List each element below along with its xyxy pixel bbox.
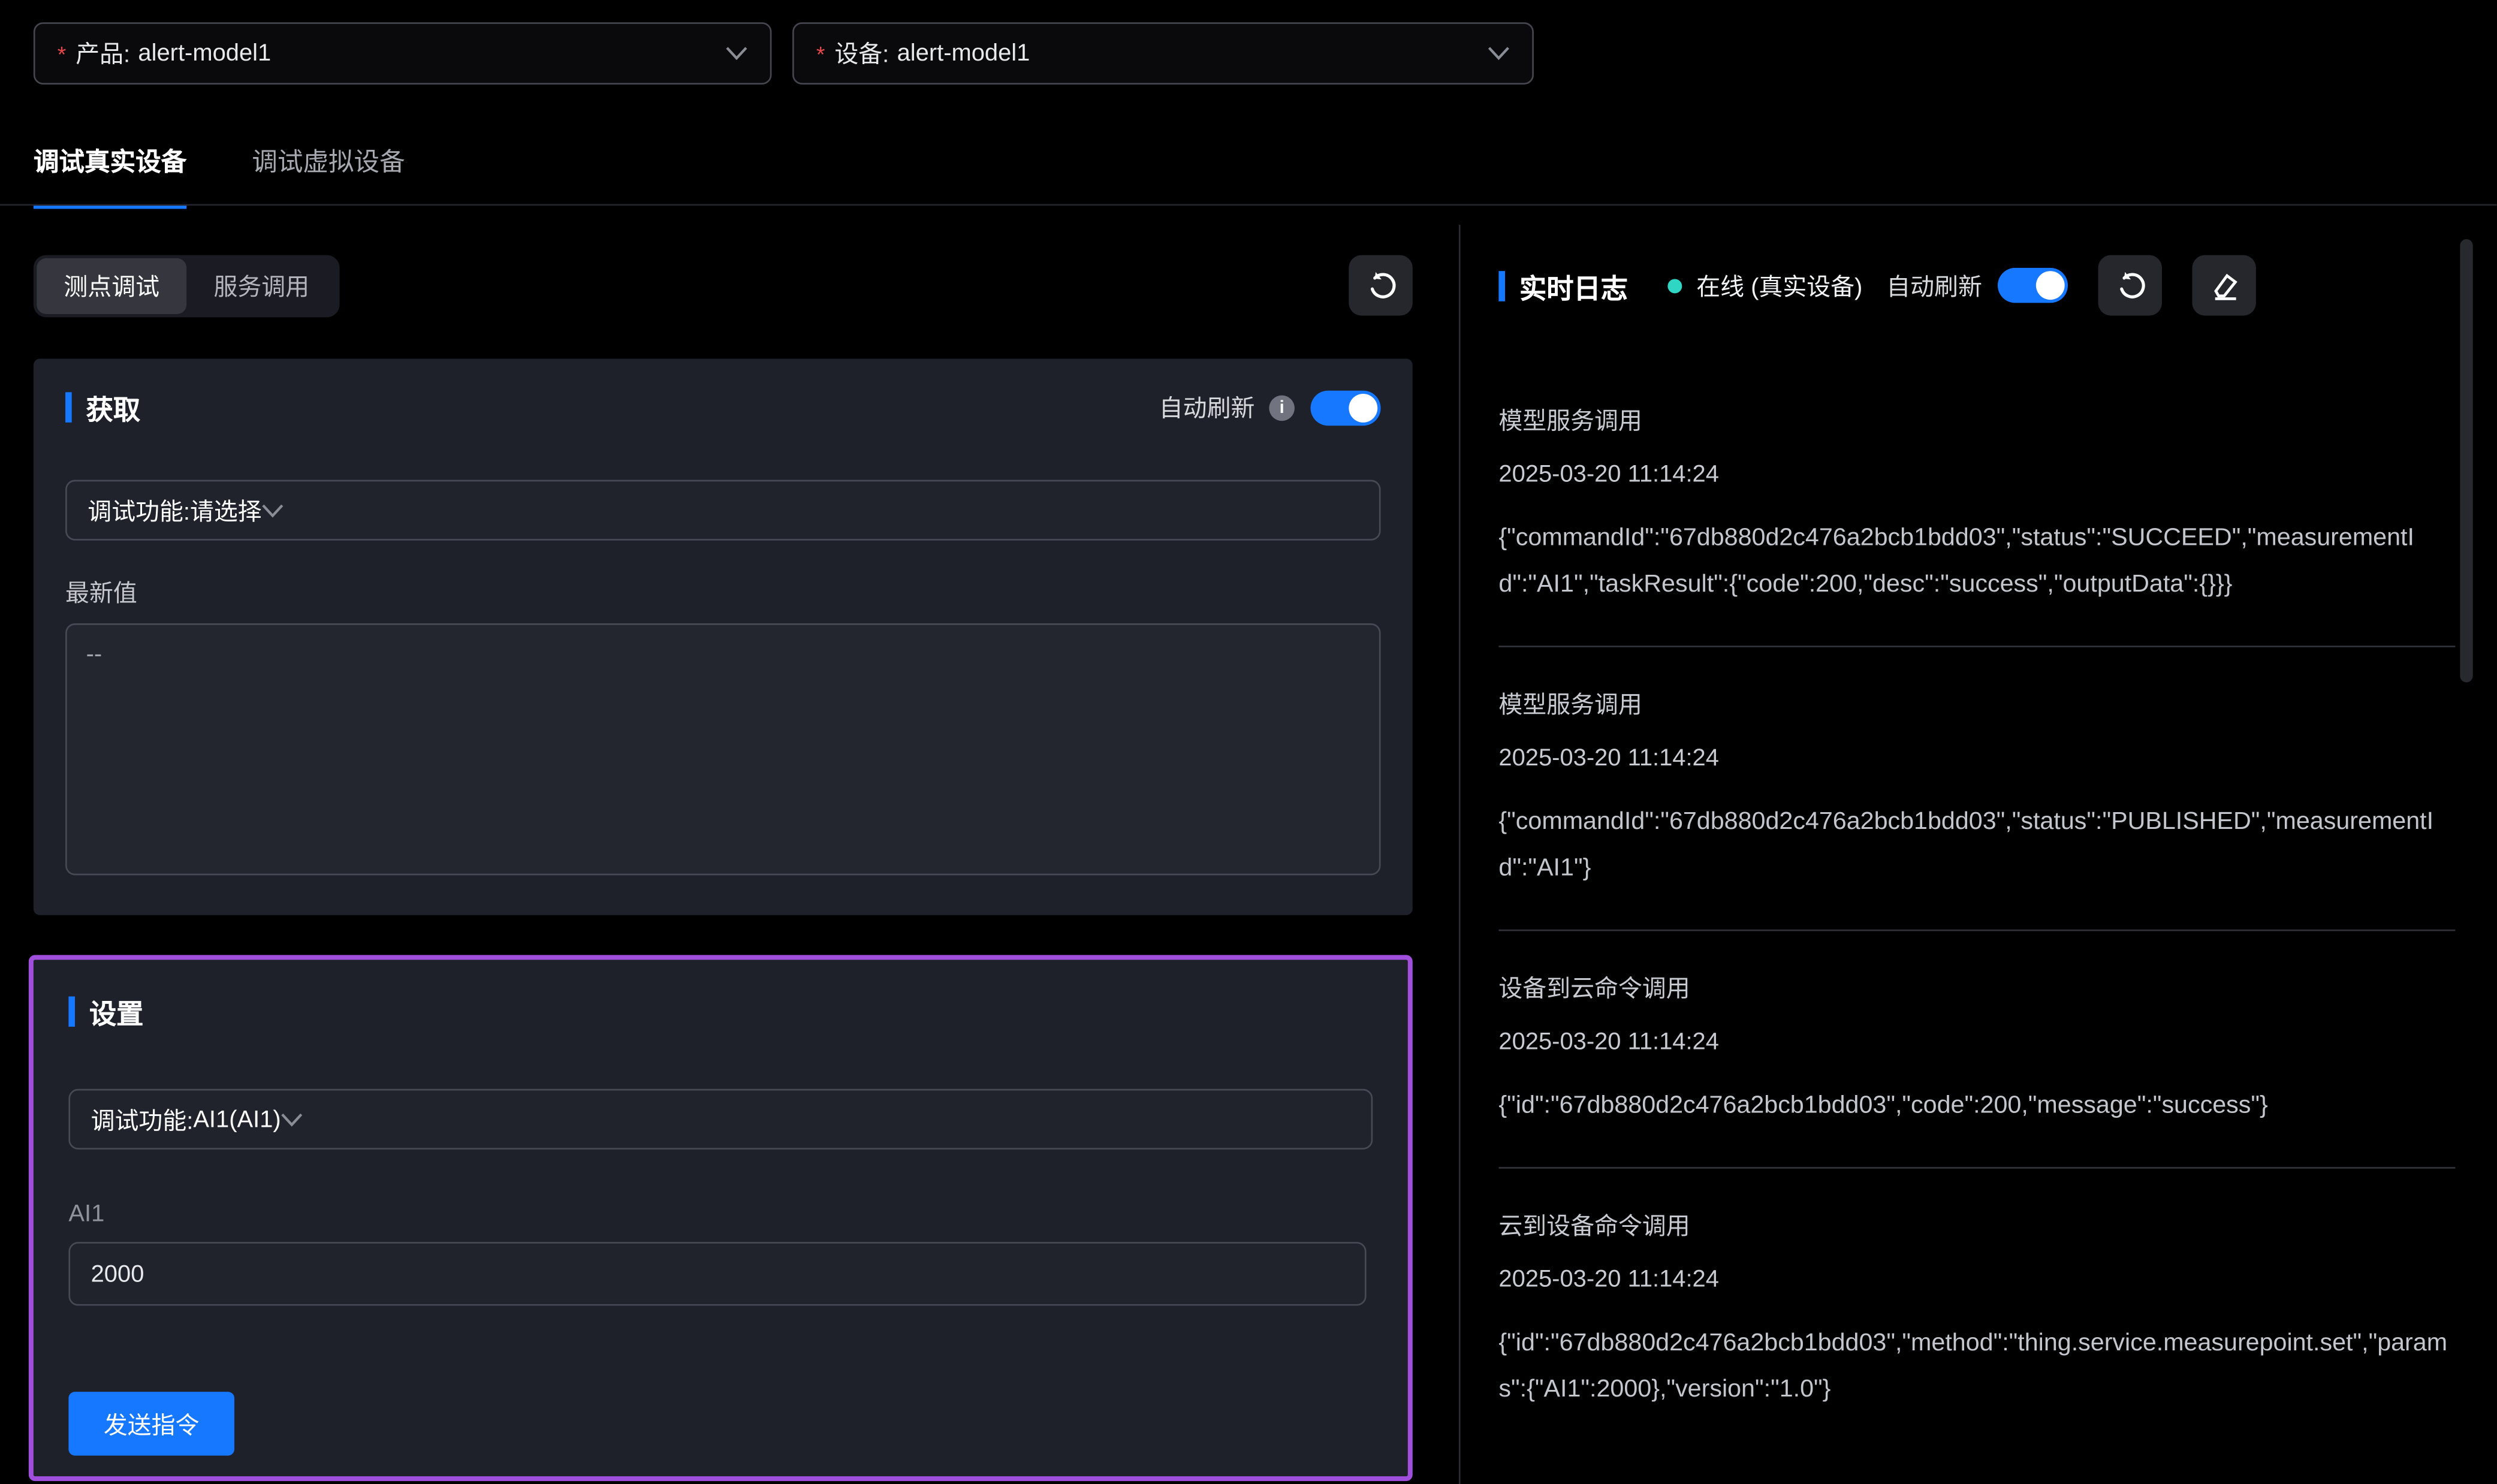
log-clear-button[interactable] bbox=[2193, 255, 2256, 316]
required-asterisk: * bbox=[58, 41, 67, 67]
required-asterisk: * bbox=[816, 41, 825, 67]
chevron-down-icon bbox=[725, 46, 747, 61]
debug-function-select-label: 调试功能: bbox=[88, 493, 190, 527]
log-entry-content: {"id":"67db880d2c476a2bcb1bdd03","method… bbox=[1498, 1320, 2455, 1412]
tabs-divider bbox=[0, 204, 2497, 206]
top-select-bar: * 产品: alert-model1 * 设备: alert-model1 bbox=[34, 22, 1534, 85]
refresh-icon bbox=[1364, 269, 1398, 302]
debug-function-select[interactable]: 调试功能: 请选择 bbox=[65, 480, 1381, 541]
log-entry-timestamp: 2025-03-20 11:14:24 bbox=[1498, 1266, 2455, 1293]
set-section-title: 设置 bbox=[89, 992, 143, 1032]
ai1-value-input[interactable] bbox=[68, 1242, 1366, 1305]
log-entry: 设备到云命令调用 2025-03-20 11:14:24 {"id":"67db… bbox=[1498, 931, 2455, 1168]
get-section-header: 获取 自动刷新 i bbox=[65, 387, 1381, 427]
set-section-header: 设置 bbox=[68, 992, 1373, 1032]
latest-value-text: -- bbox=[86, 641, 102, 668]
tab-virtual-device[interactable]: 调试虚拟设备 bbox=[252, 140, 405, 209]
latest-value-box[interactable]: -- bbox=[65, 623, 1381, 875]
chevron-down-icon bbox=[262, 503, 284, 517]
log-entry-title: 模型服务调用 bbox=[1498, 687, 2455, 720]
mode-measure-point[interactable]: 测点调试 bbox=[37, 258, 186, 314]
chevron-down-icon bbox=[281, 1112, 303, 1126]
auto-refresh-toggle[interactable] bbox=[1311, 390, 1381, 425]
section-accent-bar bbox=[65, 392, 72, 423]
product-select-value: alert-model1 bbox=[138, 40, 271, 67]
log-entry-content: {"commandId":"67db880d2c476a2bcb1bdd03",… bbox=[1498, 799, 2455, 891]
mode-service-call[interactable]: 服务调用 bbox=[186, 258, 336, 314]
log-entry-title: 云到设备命令调用 bbox=[1498, 1208, 2455, 1242]
log-entry-content: {"commandId":"67db880d2c476a2bcb1bdd03",… bbox=[1498, 515, 2455, 607]
toggle-knob bbox=[1349, 393, 1377, 422]
refresh-button[interactable] bbox=[1349, 255, 1412, 316]
set-function-select-label: 调试功能: bbox=[91, 1102, 194, 1136]
online-status-text: 在线 (真实设备) bbox=[1696, 269, 1862, 302]
tab-real-device[interactable]: 调试真实设备 bbox=[34, 140, 186, 209]
device-select-value: alert-model1 bbox=[897, 40, 1030, 67]
device-select[interactable]: * 设备: alert-model1 bbox=[792, 22, 1534, 85]
product-select-label: 产品: bbox=[76, 37, 130, 70]
ai1-field-label: AI1 bbox=[68, 1201, 1373, 1227]
realtime-log-header: 实时日志 在线 (真实设备) 自动刷新 bbox=[1498, 255, 2471, 316]
debug-tabs: 调试真实设备 调试虚拟设备 bbox=[34, 140, 405, 209]
info-icon[interactable]: i bbox=[1269, 394, 1295, 420]
set-section-card: 设置 调试功能: AI1(AI1) AI1 发送指令 bbox=[29, 955, 1413, 1481]
get-section-card: 获取 自动刷新 i 调试功能: 请选择 最新值 -- bbox=[34, 359, 1413, 915]
get-section-title: 获取 bbox=[86, 387, 140, 427]
realtime-log-title: 实时日志 bbox=[1519, 266, 1628, 306]
log-entry-timestamp: 2025-03-20 11:14:24 bbox=[1498, 461, 2455, 488]
section-accent-bar bbox=[1498, 270, 1505, 301]
log-scrollbar[interactable] bbox=[2460, 239, 2472, 682]
panel-divider bbox=[1459, 225, 1461, 1484]
mode-segmented-control: 测点调试 服务调用 bbox=[34, 255, 340, 318]
auto-refresh-label: 自动刷新 bbox=[1159, 391, 1255, 424]
online-status-dot bbox=[1667, 278, 1682, 292]
log-auto-refresh-label: 自动刷新 bbox=[1886, 269, 1982, 302]
refresh-icon bbox=[2113, 269, 2147, 302]
latest-value-label: 最新值 bbox=[65, 575, 1381, 609]
section-accent-bar bbox=[68, 997, 75, 1027]
log-entry-title: 设备到云命令调用 bbox=[1498, 971, 2455, 1005]
set-function-select[interactable]: 调试功能: AI1(AI1) bbox=[68, 1089, 1373, 1150]
chevron-down-icon bbox=[1488, 46, 1510, 61]
send-command-button[interactable]: 发送指令 bbox=[68, 1392, 234, 1455]
toggle-knob bbox=[2036, 271, 2065, 300]
set-function-select-value: AI1(AI1) bbox=[193, 1106, 281, 1133]
log-auto-refresh-toggle[interactable] bbox=[1998, 268, 2068, 303]
log-entry: 云到设备命令调用 2025-03-20 11:14:24 {"id":"67db… bbox=[1498, 1169, 2455, 1451]
log-entry-title: 模型服务调用 bbox=[1498, 403, 2455, 437]
eraser-icon bbox=[2208, 269, 2241, 302]
log-entry: 模型服务调用 2025-03-20 11:14:24 {"commandId":… bbox=[1498, 647, 2455, 931]
log-entry-timestamp: 2025-03-20 11:14:24 bbox=[1498, 1028, 2455, 1055]
debug-function-select-placeholder: 请选择 bbox=[190, 493, 262, 527]
log-entry-content: {"id":"67db880d2c476a2bcb1bdd03","code":… bbox=[1498, 1082, 2455, 1129]
log-entry-list: 模型服务调用 2025-03-20 11:14:24 {"commandId":… bbox=[1498, 363, 2455, 1450]
product-select[interactable]: * 产品: alert-model1 bbox=[34, 22, 772, 85]
device-debug-page: * 产品: alert-model1 * 设备: alert-model1 调试… bbox=[0, 0, 2497, 1484]
log-entry: 模型服务调用 2025-03-20 11:14:24 {"commandId":… bbox=[1498, 363, 2455, 647]
log-refresh-button[interactable] bbox=[2098, 255, 2162, 316]
log-entry-timestamp: 2025-03-20 11:14:24 bbox=[1498, 744, 2455, 771]
device-select-label: 设备: bbox=[834, 37, 889, 70]
